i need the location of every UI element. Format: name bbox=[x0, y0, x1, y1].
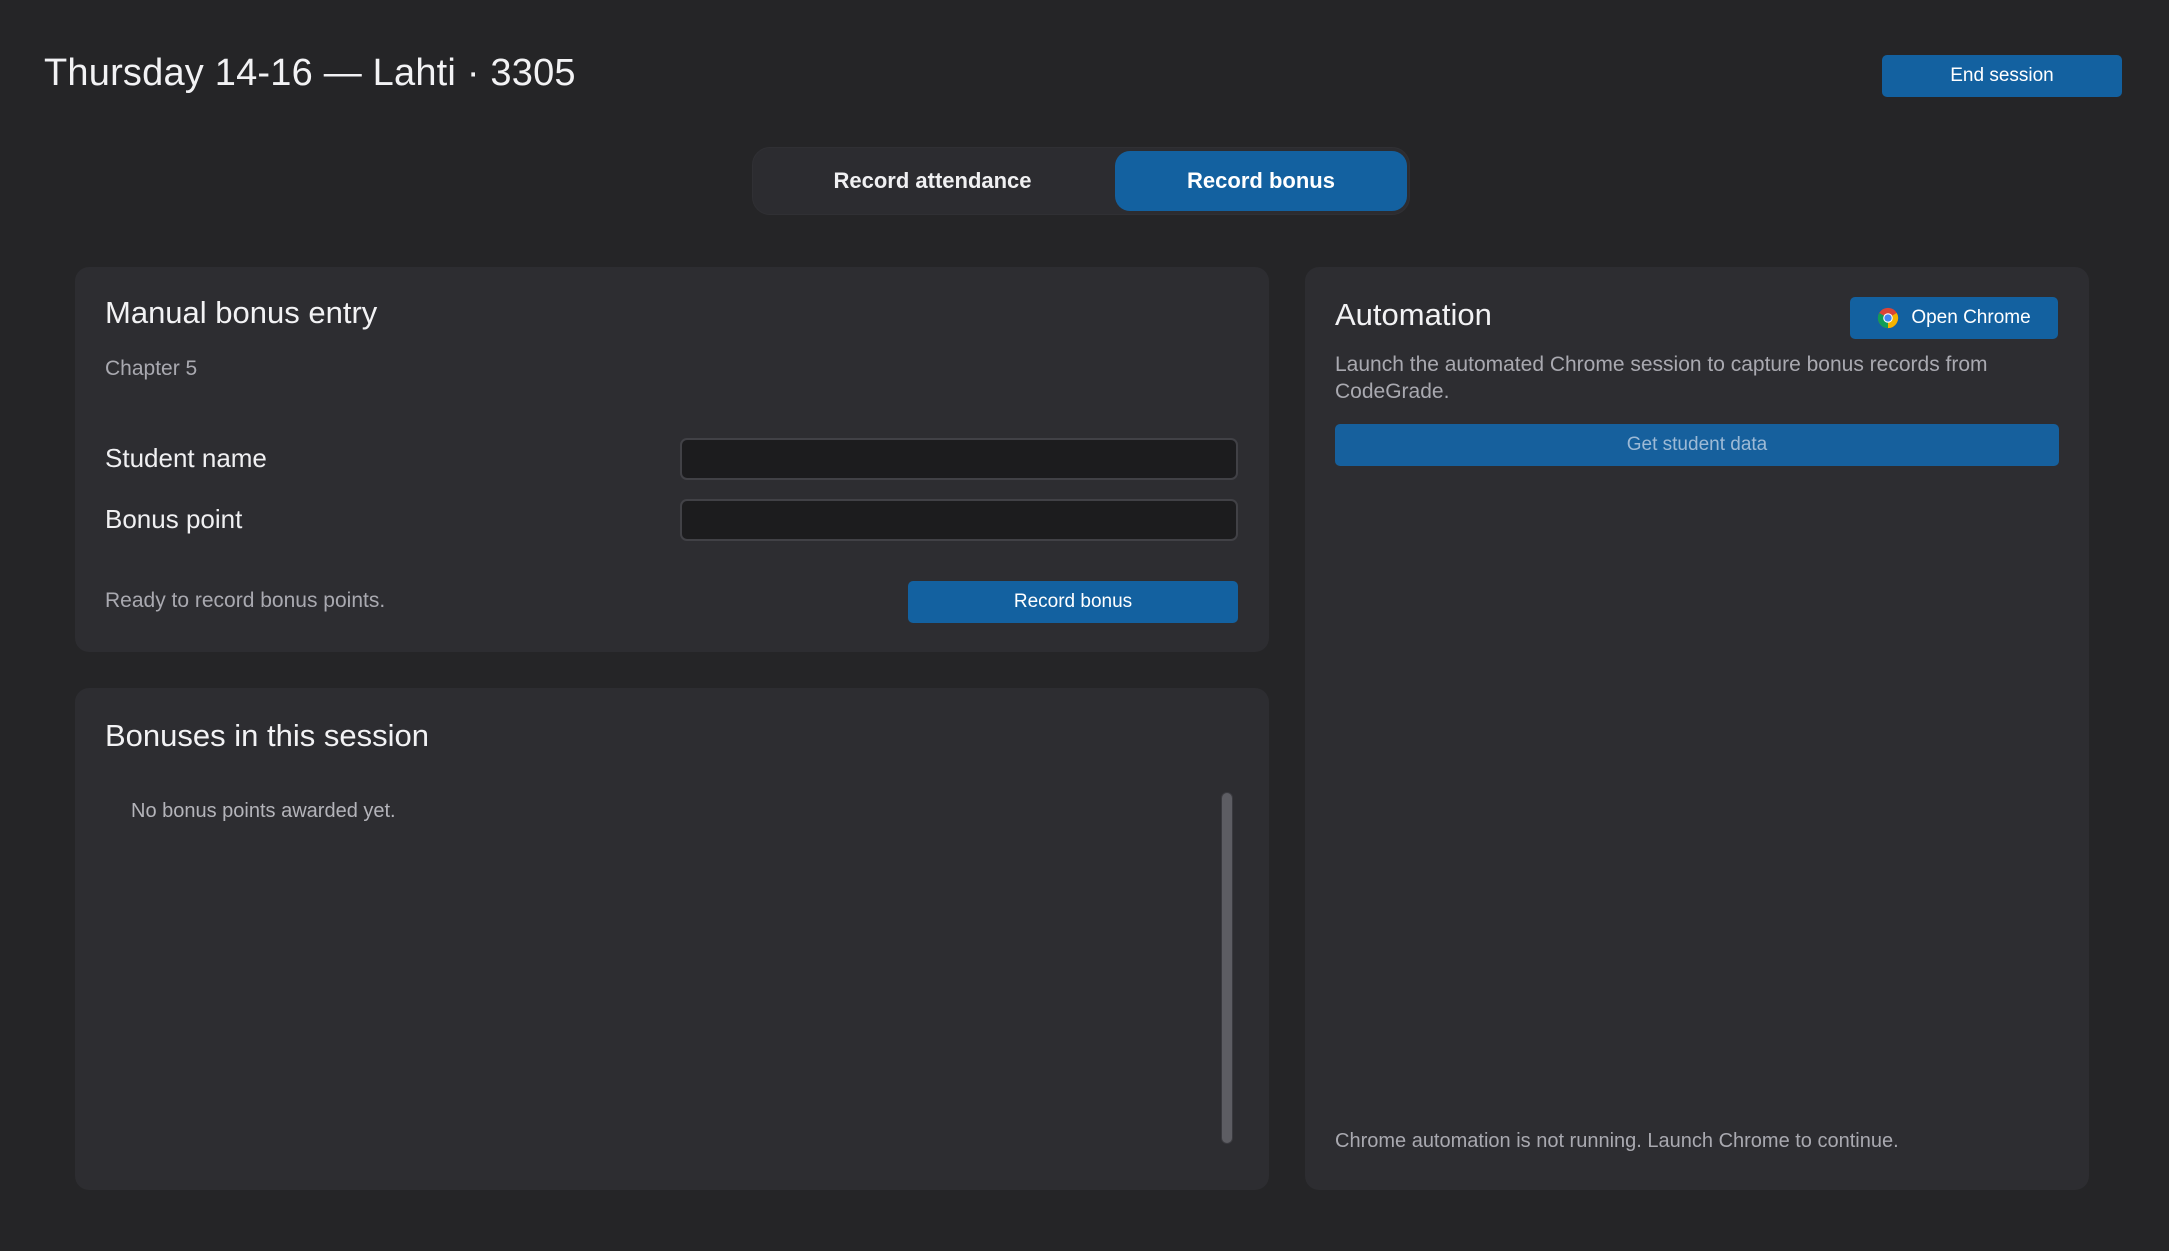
chrome-icon bbox=[1878, 307, 1899, 329]
empty-bonuses-message: No bonus points awarded yet. bbox=[131, 800, 396, 822]
mode-tab-bar: Record attendance Record bonus bbox=[752, 147, 1410, 215]
tab-record-attendance[interactable]: Record attendance bbox=[757, 151, 1108, 211]
automation-title: Automation bbox=[1335, 297, 1492, 332]
app-window: Thursday 14-16 — Lahti · 3305 End sessio… bbox=[0, 0, 2169, 1251]
open-chrome-label: Open Chrome bbox=[1911, 307, 2031, 328]
chapter-subtitle: Chapter 5 bbox=[105, 357, 198, 380]
entry-status-text: Ready to record bonus points. bbox=[105, 589, 386, 612]
session-bonuses-card: Bonuses in this session No bonus points … bbox=[75, 688, 1269, 1190]
automation-status-text: Chrome automation is not running. Launch… bbox=[1335, 1130, 1899, 1152]
get-student-data-button[interactable]: Get student data bbox=[1335, 424, 2059, 466]
bonuses-scrollbar-thumb[interactable] bbox=[1222, 793, 1232, 1143]
end-session-button[interactable]: End session bbox=[1882, 55, 2122, 97]
student-name-input[interactable] bbox=[680, 438, 1238, 480]
bonus-point-label: Bonus point bbox=[105, 504, 243, 534]
tab-record-bonus[interactable]: Record bonus bbox=[1115, 151, 1407, 211]
record-bonus-button[interactable]: Record bonus bbox=[908, 581, 1238, 623]
page-title: Thursday 14-16 — Lahti · 3305 bbox=[44, 52, 576, 94]
automation-card: Automation Open Chrome Launch the automa… bbox=[1305, 267, 2089, 1190]
manual-entry-title: Manual bonus entry bbox=[105, 295, 378, 330]
session-bonuses-title: Bonuses in this session bbox=[105, 718, 429, 753]
automation-description: Launch the automated Chrome session to c… bbox=[1335, 353, 1988, 403]
open-chrome-button[interactable]: Open Chrome bbox=[1850, 297, 2058, 339]
student-name-label: Student name bbox=[105, 443, 267, 473]
bonus-point-input[interactable] bbox=[680, 499, 1238, 541]
manual-bonus-entry-card: Manual bonus entry Chapter 5 Student nam… bbox=[75, 267, 1269, 652]
